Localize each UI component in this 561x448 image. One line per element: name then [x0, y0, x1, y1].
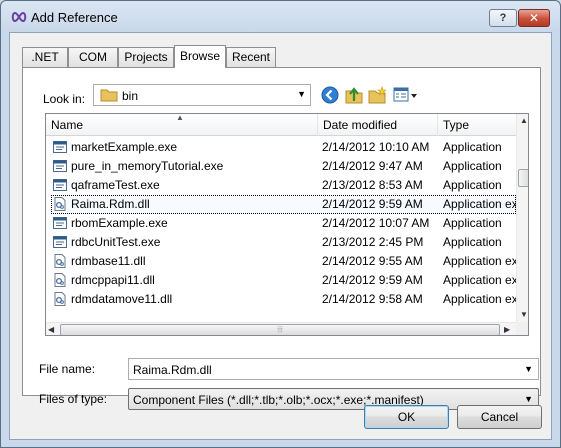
title-bar[interactable]: Add Reference ? ✕: [1, 1, 560, 33]
file-row[interactable]: rdbcUnitTest.exe 2/13/2012 2:45 PM Applica…: [46, 233, 516, 252]
file-list-header: ▲ Name Date modified Type: [46, 114, 516, 136]
file-date-cell: 2/14/2012 9:55 AM: [322, 254, 423, 268]
new-folder-icon[interactable]: [368, 86, 386, 104]
scroll-right-icon[interactable]: ▶: [504, 325, 510, 334]
browse-panel: Look in: bin ▼ ▲ Name Date modified Type…: [22, 67, 541, 410]
file-date-cell: 2/14/2012 9:59 AM: [322, 273, 423, 287]
file-type-cell: Application ex: [443, 197, 516, 211]
file-name-cell: rdbcUnitTest.exe: [71, 235, 161, 249]
view-menu-icon[interactable]: [393, 86, 419, 104]
exe-icon: [53, 179, 67, 191]
file-name-cell: qaframeTest.exe: [71, 178, 160, 192]
file-name-cell: rdmbase11.dll: [71, 254, 146, 268]
file-type-label: Files of type:: [39, 392, 108, 406]
tab-browse[interactable]: Browse: [174, 45, 226, 68]
help-button[interactable]: ?: [489, 9, 517, 27]
close-button[interactable]: ✕: [518, 9, 550, 27]
column-header-name[interactable]: ▲ Name: [46, 114, 318, 136]
chevron-down-icon: ▼: [297, 89, 306, 99]
chevron-down-icon[interactable]: ▼: [524, 394, 533, 404]
exe-icon: [53, 236, 67, 248]
cancel-button[interactable]: Cancel: [457, 405, 542, 429]
vertical-scrollbar[interactable]: ▲ ▼: [516, 114, 528, 322]
infinity-icon: [11, 12, 27, 22]
exe-icon: [53, 160, 67, 172]
file-name-cell: rdmcppapi11.dll: [71, 273, 155, 287]
file-type-cell: Application ex: [443, 292, 516, 306]
file-date-cell: 2/14/2012 10:07 AM: [322, 216, 430, 230]
file-list[interactable]: ▲ Name Date modified Type marketExample.…: [45, 113, 529, 336]
exe-icon: [53, 141, 67, 153]
look-in-label: Look in:: [43, 92, 86, 106]
back-icon[interactable]: [321, 86, 339, 104]
file-date-cell: 2/14/2012 9:58 AM: [322, 292, 423, 306]
file-row[interactable]: rdmdatamove11.dll 2/14/2012 9:58 AM Applic…: [46, 290, 516, 309]
file-name-cell: rbomExample.exe: [71, 216, 168, 230]
column-header-type[interactable]: Type: [438, 114, 516, 136]
up-folder-icon[interactable]: [345, 86, 363, 104]
file-date-cell: 2/13/2012 2:45 PM: [322, 235, 424, 249]
file-name-cell: pure_in_memoryTutorial.exe: [71, 159, 224, 173]
tab-recent[interactable]: Recent: [226, 47, 276, 67]
exe-icon: [53, 217, 67, 229]
file-row[interactable]: rdmbase11.dll 2/14/2012 9:55 AM Applicatio…: [46, 252, 516, 271]
file-row[interactable]: qaframeTest.exe 2/13/2012 8:53 AM Applicat…: [46, 176, 516, 195]
dll-icon: [54, 197, 66, 211]
dll-icon: [54, 254, 66, 268]
dialog-body: .NET COM Projects Browse Recent Look in:…: [9, 32, 552, 440]
chevron-down-icon[interactable]: ▼: [524, 364, 533, 374]
horizontal-scrollbar[interactable]: ◀ ⦙⦙⦙ ▶: [46, 322, 516, 335]
scroll-left-icon[interactable]: ◀: [48, 325, 54, 334]
file-type-cell: Application ex: [443, 254, 516, 268]
file-name-cell: marketExample.exe: [71, 140, 178, 154]
add-reference-dialog: Add Reference ? ✕ .NET COM Projects Brow…: [0, 0, 561, 448]
file-row[interactable]: Raima.Rdm.dll 2/14/2012 9:59 AM Applicatio…: [46, 195, 516, 214]
tab-projects[interactable]: Projects: [118, 47, 174, 67]
tab-net[interactable]: .NET: [22, 47, 68, 67]
file-type-cell: Application: [443, 235, 502, 249]
scroll-up-icon[interactable]: ▲: [520, 116, 528, 125]
file-date-cell: 2/13/2012 8:53 AM: [322, 178, 423, 192]
vertical-scroll-thumb[interactable]: [518, 169, 528, 187]
window-title: Add Reference: [31, 10, 118, 25]
folder-icon: [100, 89, 118, 102]
file-row[interactable]: rdmcppapi11.dll 2/14/2012 9:59 AM Applicat…: [46, 271, 516, 290]
dll-icon: [54, 292, 66, 306]
file-date-cell: 2/14/2012 9:47 AM: [322, 159, 423, 173]
file-row[interactable]: pure_in_memoryTutorial.exe 2/14/2012 9:47…: [46, 157, 516, 176]
file-date-cell: 2/14/2012 9:59 AM: [322, 197, 423, 211]
look-in-value: bin: [122, 89, 139, 103]
scroll-down-icon[interactable]: ▼: [520, 310, 528, 319]
look-in-combo[interactable]: bin ▼: [93, 84, 311, 106]
file-name-label: File name:: [39, 362, 96, 376]
file-date-cell: 2/14/2012 10:10 AM: [322, 140, 430, 154]
file-row[interactable]: marketExample.exe 2/14/2012 10:10 AM Appli…: [46, 138, 516, 157]
file-type-cell: Application ex: [443, 273, 516, 287]
file-type-cell: Application: [443, 216, 502, 230]
scroll-corner: [516, 322, 528, 335]
file-name-cell: rdmdatamove11.dll: [71, 292, 173, 306]
file-name-combo[interactable]: Raima.Rdm.dll ▼: [128, 358, 539, 380]
file-name-cell: Raima.Rdm.dll: [71, 197, 150, 211]
file-row[interactable]: rbomExample.exe 2/14/2012 10:07 AM Applica…: [46, 214, 516, 233]
tab-com[interactable]: COM: [68, 47, 118, 67]
dll-icon: [54, 273, 66, 287]
sort-up-icon: ▲: [176, 113, 184, 122]
file-type-cell: Application: [443, 159, 502, 173]
horizontal-scroll-thumb[interactable]: ⦙⦙⦙: [60, 324, 500, 335]
file-name-value: Raima.Rdm.dll: [133, 363, 212, 377]
ok-button[interactable]: OK: [364, 405, 449, 429]
file-type-cell: Application: [443, 178, 502, 192]
column-header-date[interactable]: Date modified: [318, 114, 438, 136]
file-type-cell: Application: [443, 140, 502, 154]
